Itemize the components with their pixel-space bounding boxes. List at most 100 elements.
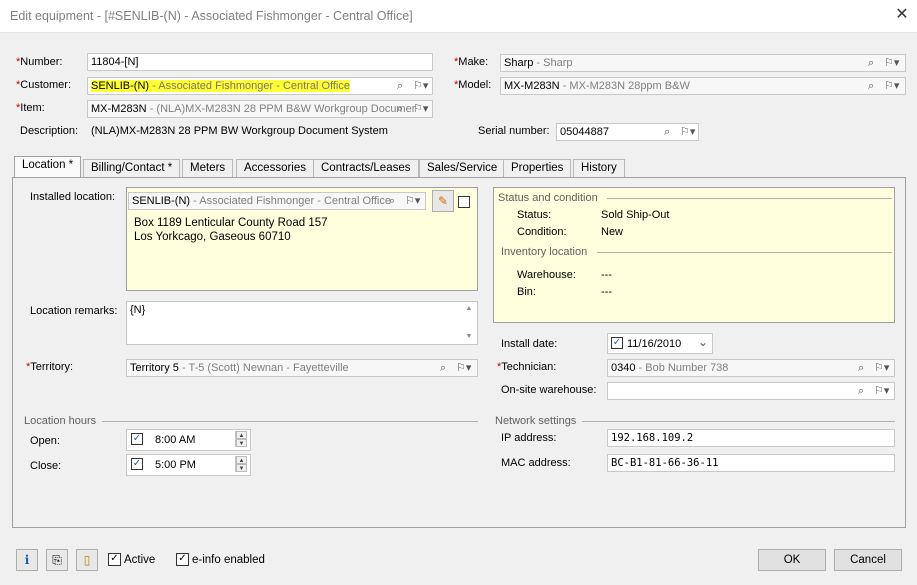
- customer-flag-dropdown-icon[interactable]: ⚐▾: [413, 79, 428, 93]
- remarks-scroll-down-icon[interactable]: ▼: [464, 333, 474, 341]
- territory-flag-dropdown-icon[interactable]: ⚐▾: [456, 361, 471, 375]
- territory-label: *Territory:: [26, 361, 74, 373]
- installed-location-label: Installed location:: [30, 191, 115, 203]
- close-icon[interactable]: ✕: [893, 6, 911, 24]
- inventory-location-label: Inventory location: [501, 246, 588, 258]
- bin-label: Bin:: [517, 286, 536, 298]
- condition-value: New: [601, 226, 624, 238]
- number-input[interactable]: 11804-[N]: [87, 53, 433, 71]
- paperclip-icon[interactable]: ⎘: [46, 549, 68, 571]
- customer-label: *Customer:: [16, 79, 72, 91]
- installed-location-flag-dropdown-icon[interactable]: ⚐▾: [405, 194, 420, 208]
- close-time-spinner[interactable]: ▲ ▼: [235, 456, 247, 472]
- make-input[interactable]: Sharp - Sharp: [500, 54, 906, 72]
- close-time-value: 5:00 PM: [155, 459, 196, 471]
- location-remarks-label: Location remarks:: [30, 305, 118, 317]
- onsite-warehouse-flag-dropdown-icon[interactable]: ⚐▾: [874, 384, 889, 398]
- model-search-icon[interactable]: ⌕: [868, 79, 874, 93]
- open-label: Open:: [30, 435, 60, 447]
- customer-search-icon[interactable]: ⌕: [397, 79, 403, 93]
- technician-label: *Technician:: [497, 361, 557, 373]
- model-label: *Model:: [454, 79, 492, 91]
- tab-meters[interactable]: Meters: [182, 159, 234, 178]
- item-flag-dropdown-icon[interactable]: ⚐▾: [413, 102, 428, 116]
- install-date-checkbox[interactable]: ✓: [611, 337, 623, 349]
- address-line1: Box 1189 Lenticular County Road 157: [134, 217, 328, 229]
- address-line2: Los Yorkcago, Gaseous 60710: [134, 231, 291, 243]
- ip-address-label: IP address:: [501, 432, 557, 444]
- spin-down-icon[interactable]: ▼: [236, 464, 247, 472]
- location-hours-label: Location hours: [24, 415, 97, 427]
- onsite-warehouse-input[interactable]: [607, 382, 895, 400]
- territory-search-icon[interactable]: ⌕: [440, 361, 446, 375]
- status-value: Sold Ship-Out: [601, 209, 670, 221]
- open-time-spinner[interactable]: ▲ ▼: [235, 431, 247, 447]
- title-bar: Edit equipment - [#SENLIB-(N) - Associat…: [0, 0, 917, 33]
- warehouse-label: Warehouse:: [517, 269, 576, 281]
- technician-flag-dropdown-icon[interactable]: ⚐▾: [874, 361, 889, 375]
- spin-up-icon[interactable]: ▲: [236, 456, 247, 464]
- onsite-warehouse-search-icon[interactable]: ⌕: [858, 384, 864, 398]
- document-icon[interactable]: ▯: [76, 549, 98, 571]
- tab-billing-contact[interactable]: Billing/Contact *: [83, 159, 181, 178]
- model-flag-dropdown-icon[interactable]: ⚐▾: [884, 79, 899, 93]
- installed-location-search-icon[interactable]: ⌕: [389, 194, 395, 208]
- tab-location[interactable]: Location *: [14, 156, 82, 177]
- window-title: Edit equipment - [#SENLIB-(N) - Associat…: [10, 9, 413, 23]
- tab-properties[interactable]: Properties: [503, 159, 572, 178]
- location-remarks-textarea[interactable]: {N}: [126, 301, 478, 345]
- number-label: *Number:: [16, 56, 63, 68]
- installed-location-input[interactable]: SENLIB-(N) - Associated Fishmonger - Cen…: [128, 192, 426, 210]
- mac-address-input[interactable]: BC-B1-81-66-36-11: [607, 454, 895, 472]
- install-date-label: Install date:: [501, 338, 558, 350]
- edit-location-pencil-icon[interactable]: ✎: [432, 190, 454, 212]
- description-label: Description:: [20, 125, 79, 137]
- active-label: Active: [124, 554, 156, 566]
- install-date-dropdown-icon[interactable]: ⌄: [698, 335, 708, 349]
- einfo-label: e-info enabled: [192, 554, 265, 566]
- installed-location-checkbox[interactable]: [458, 196, 470, 208]
- close-enabled-checkbox[interactable]: ✓: [131, 458, 143, 470]
- serial-input[interactable]: 05044887: [556, 123, 699, 141]
- ok-button[interactable]: OK: [758, 549, 826, 571]
- close-label: Close:: [30, 460, 62, 472]
- remarks-scroll-up-icon[interactable]: ▲: [464, 305, 474, 313]
- serial-search-icon[interactable]: ⌕: [664, 125, 670, 139]
- bin-value: ---: [601, 286, 612, 298]
- status-label: Status:: [517, 209, 552, 221]
- tab-accessories[interactable]: Accessories: [236, 159, 314, 178]
- mac-address-label: MAC address:: [501, 457, 571, 469]
- model-input[interactable]: MX-M283N - MX-M283N 28ppm B&W: [500, 77, 906, 95]
- active-checkbox[interactable]: ✓: [108, 553, 121, 566]
- status-condition-section-label: Status and condition: [498, 192, 598, 204]
- ip-address-input[interactable]: 192.168.109.2: [607, 429, 895, 447]
- customer-input[interactable]: SENLIB-(N) - Associated Fishmonger - Cen…: [87, 77, 433, 95]
- onsite-warehouse-label: On-site warehouse:: [501, 384, 597, 396]
- technician-search-icon[interactable]: ⌕: [858, 361, 864, 375]
- info-icon[interactable]: i: [16, 549, 38, 571]
- make-label: *Make:: [454, 56, 489, 68]
- spin-up-icon[interactable]: ▲: [236, 431, 247, 439]
- tab-contracts-leases[interactable]: Contracts/Leases: [313, 159, 419, 178]
- warehouse-value: ---: [601, 269, 612, 281]
- technician-input[interactable]: 0340 - Bob Number 738: [607, 359, 895, 377]
- item-input[interactable]: MX-M283N - (NLA)MX-M283N 28 PPM B&W Work…: [87, 100, 433, 118]
- make-flag-dropdown-icon[interactable]: ⚐▾: [884, 56, 899, 70]
- location-hours-divider: [102, 421, 478, 422]
- open-enabled-checkbox[interactable]: ✓: [131, 433, 143, 445]
- tab-history[interactable]: History: [573, 159, 625, 178]
- spin-down-icon[interactable]: ▼: [236, 439, 247, 447]
- network-divider: [582, 421, 895, 422]
- tab-sales-service[interactable]: Sales/Service: [419, 159, 506, 178]
- description-value: (NLA)MX-M283N 28 PPM BW Workgroup Docume…: [91, 125, 388, 137]
- item-search-icon[interactable]: ⌕: [397, 102, 403, 116]
- einfo-checkbox[interactable]: ✓: [176, 553, 189, 566]
- open-time-value: 8:00 AM: [155, 434, 196, 446]
- install-date-value: 11/16/2010: [627, 338, 682, 350]
- cancel-button[interactable]: Cancel: [834, 549, 902, 571]
- serial-flag-dropdown-icon[interactable]: ⚐▾: [680, 125, 695, 139]
- territory-input[interactable]: Territory 5 - T-5 (Scott) Newnan - Fayet…: [126, 359, 478, 377]
- condition-label: Condition:: [517, 226, 567, 238]
- make-search-icon[interactable]: ⌕: [868, 56, 874, 70]
- network-settings-label: Network settings: [495, 415, 577, 427]
